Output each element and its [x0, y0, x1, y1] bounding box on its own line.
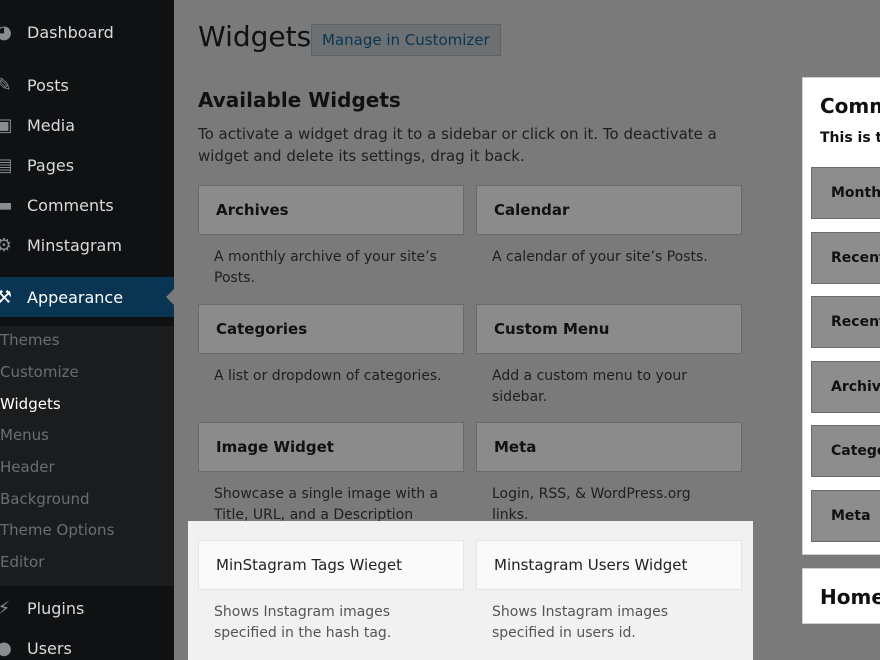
- submenu-item-header[interactable]: Header: [0, 458, 55, 476]
- widget-title[interactable]: Calendar: [476, 185, 742, 235]
- widget-description: Add a custom menu to your sidebar.: [492, 368, 688, 405]
- main-content: Widgets Manage in Customizer Available W…: [174, 0, 880, 660]
- sidebar-item-label: Users: [27, 638, 72, 658]
- sidebar-item-label: Posts: [27, 75, 69, 95]
- sidebar-item-users[interactable]: ● Users: [0, 628, 174, 660]
- sidebar-panel-title[interactable]: Comm: [820, 94, 880, 118]
- submenu-item-customize[interactable]: Customize: [0, 363, 79, 381]
- sidebar-item-label: Plugins: [27, 598, 85, 618]
- sidebar-item-dashboard[interactable]: ◕ Dashboard: [0, 12, 174, 52]
- sidebar-item-label: Minstagram: [27, 235, 122, 255]
- widget-title[interactable]: Custom Menu: [476, 304, 742, 354]
- widget-description: Login, RSS, & WordPress.org links.: [492, 486, 691, 523]
- widget-image-widget[interactable]: Image Widget Showcase a single image wit…: [198, 422, 464, 526]
- widget-custom-menu[interactable]: Custom Menu Add a custom menu to your si…: [476, 304, 742, 408]
- sidebar-item-label: Comments: [27, 195, 114, 215]
- sidebar-widget[interactable]: Recent: [811, 232, 880, 284]
- sidebar-item-media[interactable]: ▣ Media: [0, 105, 174, 145]
- user-icon: ●: [0, 637, 12, 659]
- sidebar-item-label: Pages: [27, 155, 75, 175]
- admin-sidebar: ◕ Dashboard ✎ Posts ▣ Media ▤ Pages ▬ Co…: [0, 0, 174, 660]
- sidebar-panel-description: This is th: [820, 130, 880, 146]
- widget-categories[interactable]: Categories A list or dropdown of categor…: [198, 304, 464, 387]
- sidebar-widget[interactable]: Month: [811, 167, 880, 219]
- submenu-item-menus[interactable]: Menus: [0, 426, 49, 444]
- manage-in-customizer-button[interactable]: Manage in Customizer: [311, 24, 501, 56]
- widget-meta[interactable]: Meta Login, RSS, & WordPress.org links.: [476, 422, 742, 526]
- submenu-item-theme-options[interactable]: Theme Options: [0, 521, 114, 539]
- widget-description: Shows Instagram images specified in user…: [492, 604, 669, 641]
- sidebar-item-label: Dashboard: [27, 22, 114, 42]
- highlighted-widgets-area: MinStagram Tags Wieget Shows Instagram i…: [188, 521, 753, 660]
- sidebar-item-comments[interactable]: ▬ Comments: [0, 185, 174, 225]
- sidebar-item-label: Appearance: [27, 287, 124, 307]
- gear-icon: ⚙: [0, 234, 13, 256]
- sidebar-panel-title[interactable]: Home: [820, 585, 880, 609]
- sidebar-widget[interactable]: Archive: [811, 361, 880, 413]
- widget-title[interactable]: Categories: [198, 304, 464, 354]
- widget-description: Showcase a single image with a Title, UR…: [214, 486, 439, 523]
- widget-calendar[interactable]: Calendar A calendar of your site’s Posts…: [476, 185, 742, 268]
- widget-description: A monthly archive of your site’s Posts.: [214, 249, 437, 286]
- submenu-item-widgets[interactable]: Widgets: [0, 395, 61, 413]
- widget-title[interactable]: MinStagram Tags Wieget: [198, 540, 464, 590]
- dashboard-icon: ◕: [0, 21, 12, 43]
- widget-minstagram-users[interactable]: Minstagram Users Widget Shows Instagram …: [476, 540, 742, 644]
- widget-description: Shows Instagram images specified in the …: [214, 604, 392, 641]
- sidebar-widget[interactable]: Catego: [811, 425, 880, 477]
- sidebar-item-plugins[interactable]: ⚡ Plugins: [0, 588, 174, 628]
- brush-icon: ⚒: [0, 286, 13, 308]
- sidebar-widget[interactable]: Recent: [811, 296, 880, 348]
- appearance-submenu: Themes Customize Widgets Menus Header Ba…: [0, 326, 174, 586]
- widget-minstagram-tags[interactable]: MinStagram Tags Wieget Shows Instagram i…: [198, 540, 464, 644]
- available-widgets-description: To activate a widget drag it to a sideba…: [198, 125, 717, 165]
- widget-title[interactable]: Meta: [476, 422, 742, 472]
- widget-description: A list or dropdown of categories.: [214, 368, 442, 384]
- pin-icon: ✎: [0, 74, 12, 96]
- current-menu-caret: [166, 289, 174, 305]
- home-sidebar-panel[interactable]: Home: [802, 568, 880, 624]
- sidebar-item-minstagram[interactable]: ⚙ Minstagram: [0, 225, 174, 265]
- sidebar-item-appearance[interactable]: ⚒ Appearance: [0, 277, 174, 317]
- widget-title[interactable]: Image Widget: [198, 422, 464, 472]
- sidebar-widget[interactable]: Meta: [811, 490, 880, 542]
- comments-sidebar-panel[interactable]: Comm This is th Month Recent Recent Arch…: [802, 77, 880, 555]
- sidebar-item-posts[interactable]: ✎ Posts: [0, 65, 174, 105]
- sidebar-item-pages[interactable]: ▤ Pages: [0, 145, 174, 185]
- widget-title[interactable]: Archives: [198, 185, 464, 235]
- available-widgets-heading: Available Widgets: [198, 88, 401, 112]
- submenu-item-themes[interactable]: Themes: [0, 331, 60, 349]
- widget-title[interactable]: Minstagram Users Widget: [476, 540, 742, 590]
- media-icon: ▣: [0, 114, 13, 136]
- submenu-item-background[interactable]: Background: [0, 490, 90, 508]
- sidebar-item-label: Media: [27, 115, 76, 135]
- widget-description: A calendar of your site’s Posts.: [492, 249, 708, 265]
- plugin-icon: ⚡: [0, 597, 11, 619]
- comments-icon: ▬: [0, 194, 13, 216]
- widget-archives[interactable]: Archives A monthly archive of your site’…: [198, 185, 464, 289]
- page-title: Widgets: [198, 20, 312, 53]
- submenu-item-editor[interactable]: Editor: [0, 553, 44, 571]
- pages-icon: ▤: [0, 154, 13, 176]
